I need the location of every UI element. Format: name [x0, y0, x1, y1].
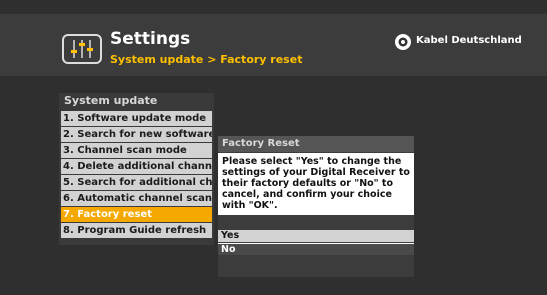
tv-screen: Settings System update > Factory reset K… — [0, 0, 547, 295]
menu-item-factory-reset[interactable]: 7. Factory reset — [61, 207, 212, 222]
settings-sliders-icon — [62, 34, 102, 64]
no-option[interactable]: No — [218, 243, 414, 255]
dialog-title: Factory Reset — [218, 136, 414, 152]
menu-title: System update — [64, 94, 158, 107]
menu-item-search-new-software[interactable]: 2. Search for new software — [61, 127, 212, 142]
menu-item-automatic-channel-scan[interactable]: 6. Automatic channel scan — [61, 191, 212, 206]
menu-item-software-update-mode[interactable]: 1. Software update mode — [61, 111, 212, 126]
page-title: Settings — [110, 29, 191, 49]
yes-option[interactable]: Yes — [218, 230, 414, 242]
menu-item-search-additional-channels[interactable]: 5. Search for additional channels — [61, 175, 212, 190]
dialog-message: Please select "Yes" to change the settin… — [218, 153, 414, 215]
menu-item-program-guide-refresh[interactable]: 8. Program Guide refresh — [61, 223, 212, 238]
menu-item-channel-scan-mode[interactable]: 3. Channel scan mode — [61, 143, 212, 158]
kabel-deutschland-logo-icon — [395, 34, 411, 50]
menu-list: 1. Software update mode 2. Search for ne… — [61, 111, 212, 239]
breadcrumb: System update > Factory reset — [110, 53, 303, 66]
brand-name: Kabel Deutschland — [416, 35, 522, 46]
menu-item-delete-additional-channels[interactable]: 4. Delete additional channels — [61, 159, 212, 174]
